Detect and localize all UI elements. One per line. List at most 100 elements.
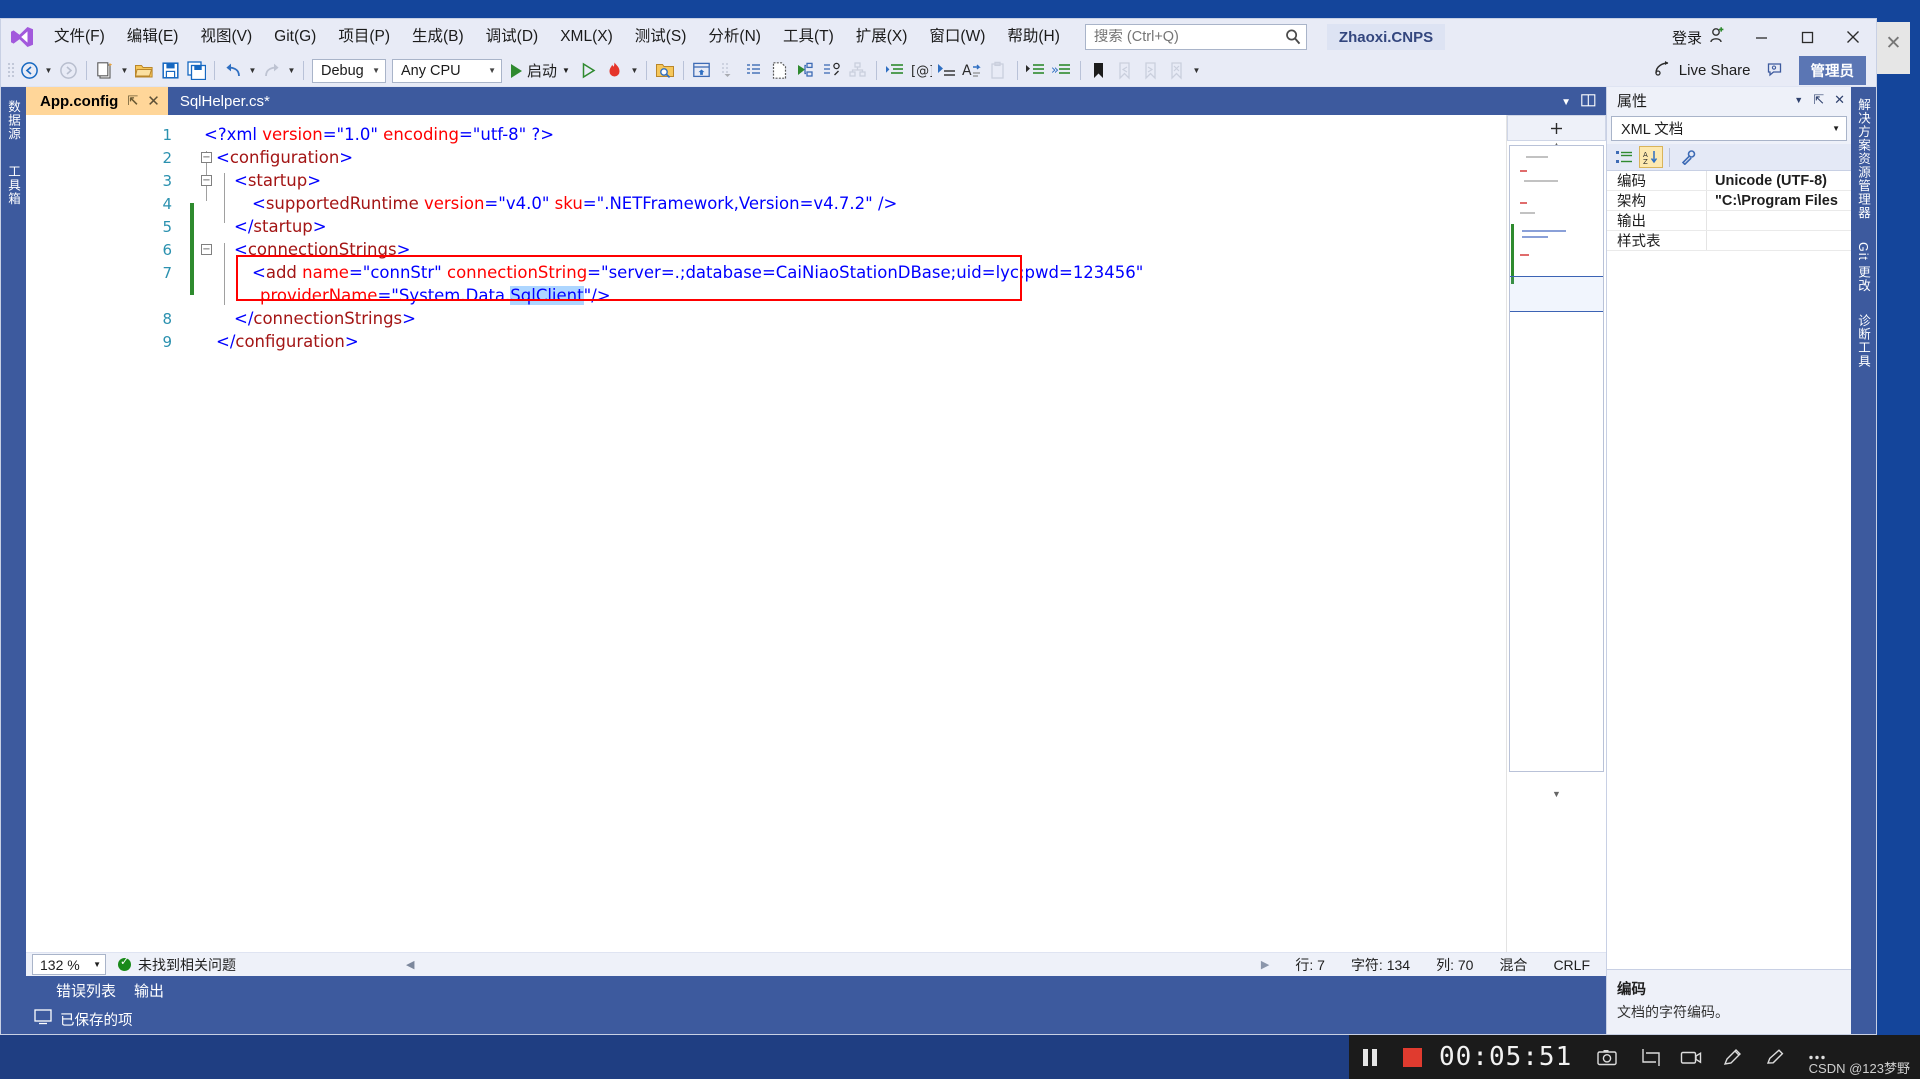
- code-line-6[interactable]: 6 − <connectionStrings>: [162, 238, 1506, 261]
- more-windows-icon[interactable]: [715, 58, 741, 84]
- dock-tab-diagnostic-tools[interactable]: 诊断工具: [1852, 309, 1875, 373]
- outer-close-button[interactable]: ✕: [1877, 22, 1910, 74]
- property-row[interactable]: 输出: [1607, 211, 1851, 231]
- paste-icon[interactable]: [986, 58, 1012, 84]
- code-line-7b[interactable]: providerName="System.Data.SqlClient"/>: [180, 284, 1506, 307]
- start-debug-button[interactable]: 启动 ▼: [505, 58, 576, 84]
- insert-mode[interactable]: 混合: [1499, 955, 1527, 975]
- property-row[interactable]: 样式表: [1607, 231, 1851, 251]
- search-input[interactable]: [1093, 29, 1284, 45]
- menu-analyze[interactable]: 分析(N): [697, 23, 772, 50]
- menu-test[interactable]: 测试(S): [624, 23, 698, 50]
- problems-status[interactable]: 未找到相关问题: [118, 955, 236, 975]
- properties-grid[interactable]: 编码 Unicode (UTF-8) 架构 "C:\Program Files …: [1607, 171, 1851, 969]
- object-browser-icon[interactable]: [819, 58, 845, 84]
- code-line-2[interactable]: 2 − <configuration>: [162, 146, 1506, 169]
- map-scroll-down-icon[interactable]: ▼: [1509, 788, 1604, 800]
- property-pages-icon[interactable]: [1676, 146, 1700, 168]
- menu-help[interactable]: 帮助(H): [996, 23, 1071, 50]
- split-view-icon[interactable]: [1581, 94, 1596, 111]
- recorder-crop-button[interactable]: [1628, 1035, 1670, 1079]
- dock-tab-output[interactable]: 输出: [134, 980, 164, 1001]
- previous-bookmark-icon[interactable]: [1112, 58, 1138, 84]
- xml-code-editor[interactable]: 1 <?xml version="1.0" encoding="utf-8" ?…: [62, 115, 1506, 952]
- comment-selection-icon[interactable]: [934, 58, 960, 84]
- dock-tab-solution-explorer[interactable]: 解决方案资源管理器: [1852, 93, 1875, 225]
- zoom-level-combo[interactable]: 132 % ▼: [32, 954, 106, 975]
- recorder-pause-button[interactable]: [1349, 1035, 1391, 1079]
- close-icon[interactable]: ✕: [1834, 92, 1845, 108]
- menu-debug[interactable]: 调试(D): [475, 23, 550, 50]
- menu-window[interactable]: 窗口(W): [918, 23, 996, 50]
- redo-dropdown-icon[interactable]: ▼: [285, 58, 298, 84]
- close-button[interactable]: [1830, 19, 1876, 55]
- tab-close-icon[interactable]: ✕: [147, 92, 160, 110]
- document-map[interactable]: [1509, 145, 1604, 772]
- menu-build[interactable]: 生成(B): [401, 23, 475, 50]
- new-project-dropdown-icon[interactable]: ▼: [118, 58, 131, 84]
- property-value[interactable]: [1707, 211, 1851, 230]
- code-line-3[interactable]: 3 − <startup>: [162, 169, 1506, 192]
- panel-menu-icon[interactable]: ▼: [1794, 95, 1803, 105]
- account-chip[interactable]: Zhaoxi.CNPS: [1326, 24, 1446, 50]
- menu-git[interactable]: Git(G): [263, 23, 327, 50]
- code-line-5[interactable]: 5 </startup>: [162, 215, 1506, 238]
- property-row[interactable]: 编码 Unicode (UTF-8): [1607, 171, 1851, 191]
- tab-sql-helper[interactable]: SqlHelper.cs*: [168, 87, 284, 115]
- feedback-icon[interactable]: [1763, 58, 1789, 84]
- insert-snippet-icon[interactable]: [@]: [908, 58, 934, 84]
- format-document-icon[interactable]: [882, 58, 908, 84]
- live-share-button[interactable]: Live Share: [1646, 60, 1759, 81]
- dock-tab-git-changes[interactable]: Git 更改: [1852, 237, 1875, 297]
- dock-tab-data-sources[interactable]: 数据源: [2, 95, 25, 146]
- recorder-pen-button[interactable]: [1754, 1035, 1796, 1079]
- property-row[interactable]: 架构 "C:\Program Files: [1607, 191, 1851, 211]
- undo-icon[interactable]: [220, 58, 246, 84]
- navigate-forward-icon[interactable]: [55, 58, 81, 84]
- alphabetical-view-icon[interactable]: AZ: [1639, 146, 1663, 168]
- decrease-indent-icon[interactable]: »: [1049, 58, 1075, 84]
- code-line-7[interactable]: 7 <add name="connStr" connectionString="…: [162, 261, 1506, 284]
- property-value[interactable]: "C:\Program Files: [1707, 191, 1851, 210]
- clear-bookmarks-icon[interactable]: [1164, 58, 1190, 84]
- toggle-bookmark-icon[interactable]: [1086, 58, 1112, 84]
- properties-object-combo[interactable]: XML 文档 ▼: [1611, 116, 1847, 141]
- recorder-camera-button[interactable]: [1670, 1035, 1712, 1079]
- menu-project[interactable]: 项目(P): [327, 23, 401, 50]
- menu-extensions[interactable]: 扩展(X): [845, 23, 919, 50]
- map-viewport[interactable]: [1510, 276, 1603, 312]
- tab-list-dropdown-icon[interactable]: ▼: [1561, 97, 1571, 108]
- property-value[interactable]: [1707, 231, 1851, 250]
- fold-toggle-configuration[interactable]: −: [201, 152, 212, 163]
- categorized-view-icon[interactable]: [1612, 146, 1636, 168]
- map-expand-button[interactable]: [1507, 115, 1606, 141]
- navigate-back-dropdown-icon[interactable]: ▼: [42, 58, 55, 84]
- dock-tab-error-list[interactable]: 错误列表: [56, 980, 116, 1001]
- menu-tools[interactable]: 工具(T): [772, 23, 845, 50]
- menu-edit[interactable]: 编辑(E): [116, 23, 190, 50]
- property-value[interactable]: Unicode (UTF-8): [1707, 171, 1851, 190]
- recorder-annotate-button[interactable]: [1712, 1035, 1754, 1079]
- menu-xml[interactable]: XML(X): [549, 23, 624, 50]
- uncomment-selection-icon[interactable]: A: [960, 58, 986, 84]
- new-project-icon[interactable]: [92, 58, 118, 84]
- save-icon[interactable]: [157, 58, 183, 84]
- recorder-screenshot-button[interactable]: [1586, 1035, 1628, 1079]
- line-endings[interactable]: CRLF: [1553, 957, 1590, 973]
- class-view-icon[interactable]: [793, 58, 819, 84]
- maximize-button[interactable]: [1784, 19, 1830, 55]
- pin-icon[interactable]: ⇱: [127, 93, 138, 109]
- code-line-4[interactable]: 4 <supportedRuntime version="v4.0" sku="…: [162, 192, 1506, 215]
- pin-icon[interactable]: ⇱: [1813, 92, 1824, 108]
- solution-configuration-combo[interactable]: Debug ▼: [312, 58, 386, 83]
- code-line-8[interactable]: 8 </connectionStrings>: [162, 307, 1506, 330]
- code-map-icon[interactable]: [845, 58, 871, 84]
- search-box[interactable]: [1084, 24, 1307, 50]
- code-line-9[interactable]: 9 </configuration>: [162, 330, 1506, 353]
- menu-view[interactable]: 视图(V): [189, 23, 263, 50]
- increase-indent-icon[interactable]: [1023, 58, 1049, 84]
- properties-window-icon[interactable]: [741, 58, 767, 84]
- search-solution-icon[interactable]: [652, 58, 678, 84]
- sign-in-button[interactable]: 登录: [1660, 26, 1738, 48]
- start-without-debugging-icon[interactable]: [576, 58, 602, 84]
